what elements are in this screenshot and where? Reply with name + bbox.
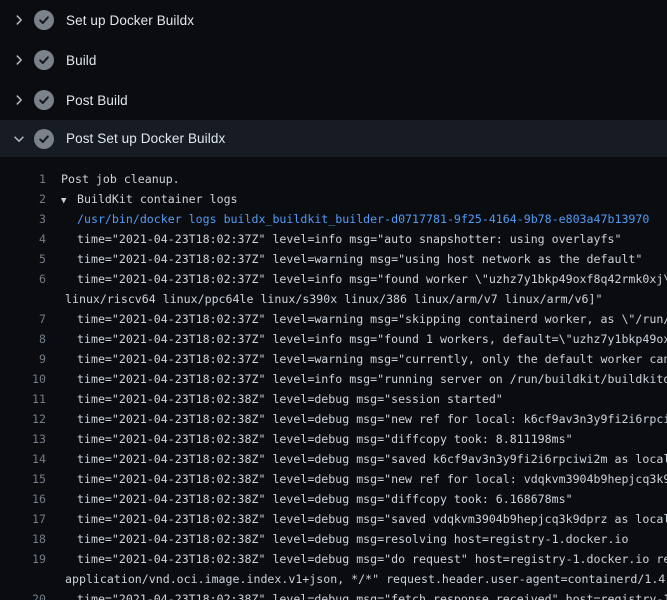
log-line-text: linux/riscv64 linux/ppc64le linux/s390x … [46,289,602,309]
log-line: 20time="2021-04-23T18:02:38Z" level=debu… [0,589,667,600]
log-line-text: time="2021-04-23T18:02:37Z" level=info m… [46,269,667,289]
check-circle-icon [34,50,54,70]
log-line-text: time="2021-04-23T18:02:38Z" level=debug … [46,529,628,549]
line-number [0,569,46,589]
log-line: 8time="2021-04-23T18:02:37Z" level=info … [0,329,667,349]
line-number[interactable]: 16 [0,489,46,509]
log-line: 6time="2021-04-23T18:02:37Z" level=info … [0,269,667,289]
log-line: 10time="2021-04-23T18:02:37Z" level=info… [0,369,667,389]
log-line: 19time="2021-04-23T18:02:38Z" level=debu… [0,549,667,569]
step-label: Set up Docker Buildx [66,13,194,28]
check-circle-icon [34,90,54,110]
log-line-text: time="2021-04-23T18:02:38Z" level=debug … [46,549,667,569]
log-line-text: time="2021-04-23T18:02:37Z" level=warnin… [46,309,667,329]
log-line: 15time="2021-04-23T18:02:38Z" level=debu… [0,469,667,489]
group-title[interactable]: BuildKit container logs [77,192,238,206]
line-number[interactable]: 2 [0,189,46,209]
log-line-text: time="2021-04-23T18:02:38Z" level=debug … [46,449,667,469]
log-line-text: time="2021-04-23T18:02:37Z" level=warnin… [46,349,667,369]
check-circle-icon [34,10,54,30]
log-line: 11time="2021-04-23T18:02:38Z" level=debu… [0,389,667,409]
line-number[interactable]: 7 [0,309,46,329]
log-line: 17time="2021-04-23T18:02:38Z" level=debu… [0,509,667,529]
log-line: 16time="2021-04-23T18:02:38Z" level=debu… [0,489,667,509]
log-line-text: time="2021-04-23T18:02:38Z" level=debug … [46,429,573,449]
log-line-wrap: application/vnd.oci.image.index.v1+json,… [0,569,667,589]
line-number[interactable]: 18 [0,529,46,549]
line-number[interactable]: 4 [0,229,46,249]
line-number[interactable]: 15 [0,469,46,489]
line-number[interactable]: 12 [0,409,46,429]
line-number[interactable]: 14 [0,449,46,469]
step-header-set-up-docker-buildx[interactable]: Set up Docker Buildx [0,0,667,40]
log-line-text: time="2021-04-23T18:02:37Z" level=info m… [46,369,667,389]
line-number[interactable]: 20 [0,589,46,600]
log-line-text: time="2021-04-23T18:02:38Z" level=debug … [46,589,667,600]
log-line-text: time="2021-04-23T18:02:37Z" level=info m… [46,329,667,349]
log-line-text: time="2021-04-23T18:02:37Z" level=info m… [46,229,621,249]
log-line-text: time="2021-04-23T18:02:38Z" level=debug … [46,489,573,509]
check-circle-icon [34,129,54,149]
chevron-right-icon [12,93,26,107]
step-label: Post Build [66,93,128,108]
log-line-text: time="2021-04-23T18:02:38Z" level=debug … [46,509,667,529]
line-number[interactable]: 11 [0,389,46,409]
log-command-text: /usr/bin/docker logs buildx_buildkit_bui… [46,209,649,229]
chevron-down-icon [12,132,26,146]
log-panel: 1Post job cleanup.2▼BuildKit container l… [0,157,667,600]
log-line: 3/usr/bin/docker logs buildx_buildkit_bu… [0,209,667,229]
log-line-text: time="2021-04-23T18:02:38Z" level=debug … [46,469,667,489]
line-number[interactable]: 1 [0,169,46,189]
log-line-text: Post job cleanup. [46,169,180,189]
line-number[interactable]: 19 [0,549,46,569]
steps-list: Set up Docker Buildx Build Post Build Post … [0,0,667,157]
log-line-wrap: linux/riscv64 linux/ppc64le linux/s390x … [0,289,667,309]
line-number[interactable]: 10 [0,369,46,389]
log-line: 5time="2021-04-23T18:02:37Z" level=warni… [0,249,667,269]
log-line-text: time="2021-04-23T18:02:38Z" level=debug … [46,389,503,409]
line-number[interactable]: 3 [0,209,46,229]
step-header-build[interactable]: Build [0,40,667,80]
chevron-right-icon [12,53,26,67]
log-line: 9time="2021-04-23T18:02:37Z" level=warni… [0,349,667,369]
log-line: 1Post job cleanup. [0,169,667,189]
log-line: 18time="2021-04-23T18:02:38Z" level=debu… [0,529,667,549]
step-label: Post Set up Docker Buildx [66,131,225,146]
chevron-right-icon [12,13,26,27]
step-header-post-build[interactable]: Post Build [0,80,667,120]
log-line: 7time="2021-04-23T18:02:37Z" level=warni… [0,309,667,329]
log-group-header: ▼BuildKit container logs [46,189,238,209]
log-line-text: time="2021-04-23T18:02:38Z" level=debug … [46,409,667,429]
log-line: 12time="2021-04-23T18:02:38Z" level=debu… [0,409,667,429]
line-number[interactable]: 13 [0,429,46,449]
line-number[interactable]: 6 [0,269,46,289]
log-line: 13time="2021-04-23T18:02:38Z" level=debu… [0,429,667,449]
log-line: 4time="2021-04-23T18:02:37Z" level=info … [0,229,667,249]
step-label: Build [66,53,97,68]
actions-log-viewer: Set up Docker Buildx Build Post Build Post … [0,0,667,600]
log-line-text: application/vnd.oci.image.index.v1+json,… [46,569,667,589]
line-number[interactable]: 9 [0,349,46,369]
log-line: 14time="2021-04-23T18:02:38Z" level=debu… [0,449,667,469]
group-collapse-toggle-icon[interactable]: ▼ [61,191,77,209]
line-number [0,289,46,309]
line-number[interactable]: 17 [0,509,46,529]
log-line-text: time="2021-04-23T18:02:37Z" level=warnin… [46,249,642,269]
step-header-post-set-up-docker-buildx[interactable]: Post Set up Docker Buildx [0,120,667,157]
line-number[interactable]: 5 [0,249,46,269]
log-line: 2▼BuildKit container logs [0,189,667,209]
line-number[interactable]: 8 [0,329,46,349]
